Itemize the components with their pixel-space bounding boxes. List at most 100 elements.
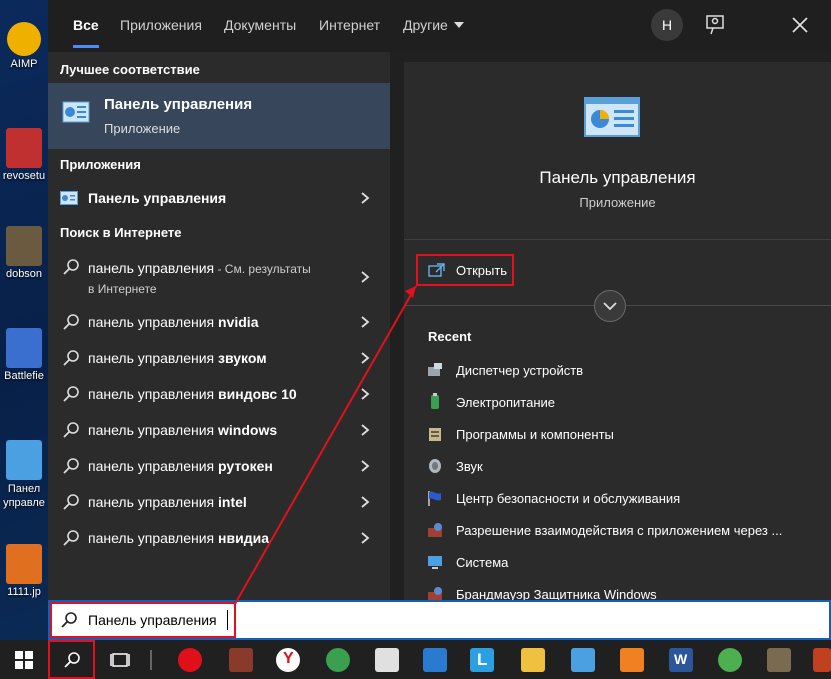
- suggestion-item[interactable]: панель управления рутокен: [48, 448, 390, 484]
- control-panel-icon: [62, 101, 90, 123]
- flag-icon: [428, 491, 441, 506]
- search-icon: [61, 612, 77, 628]
- results-list: Лучшее соответствие Панель управления Пр…: [48, 52, 390, 600]
- image-file-icon: [6, 544, 42, 584]
- feedback-icon[interactable]: [703, 12, 729, 38]
- desktop-icon-control-panel[interactable]: Панел управле: [0, 440, 48, 510]
- search-panel: Все Приложения Документы Интернет Другие…: [48, 0, 831, 600]
- recent-item[interactable]: Брандмауэр Защитника Windows: [426, 583, 826, 600]
- chevron-right-icon[interactable]: [358, 350, 372, 366]
- search-input[interactable]: Панель управления: [88, 612, 217, 628]
- shield-icon[interactable]: [326, 648, 350, 672]
- battlefield-icon: [6, 328, 42, 368]
- web-result-item[interactable]: панель управления - См. результаты в Инт…: [48, 252, 390, 302]
- chevron-right-icon[interactable]: [358, 269, 372, 285]
- l-app-icon[interactable]: L: [470, 648, 494, 672]
- divider: [404, 305, 594, 306]
- task-view-icon[interactable]: [110, 650, 130, 670]
- taskbar-search-button[interactable]: [48, 640, 95, 679]
- chevron-right-icon[interactable]: [358, 386, 372, 402]
- tab-other[interactable]: Другие: [403, 0, 464, 52]
- suggestion-item[interactable]: панель управления intel: [48, 484, 390, 520]
- yandex-browser-icon[interactable]: Y: [276, 648, 300, 672]
- control-panel-icon: [584, 97, 640, 137]
- file-explorer-icon[interactable]: [521, 648, 545, 672]
- app-result-item[interactable]: Панель управления: [48, 180, 390, 216]
- control-panel-icon: [60, 191, 78, 205]
- taskbar: Y L W: [0, 640, 831, 679]
- chrome-icon[interactable]: [718, 648, 742, 672]
- best-match-item[interactable]: Панель управления Приложение: [48, 83, 390, 149]
- web-query-suffix-line2: в Интернете: [88, 282, 157, 296]
- text-cursor: [227, 610, 228, 630]
- divider: [404, 239, 831, 240]
- desktop-icon-image[interactable]: 1111.jp: [0, 544, 48, 598]
- search-box[interactable]: Панель управления: [48, 600, 831, 640]
- programs-icon: [429, 428, 441, 441]
- open-label: Открыть: [456, 263, 508, 278]
- mail-icon[interactable]: [423, 648, 447, 672]
- open-external-icon: [428, 263, 445, 277]
- chevron-right-icon[interactable]: [358, 314, 372, 330]
- chevron-right-icon[interactable]: [358, 530, 372, 546]
- desktop-icon-battlefield[interactable]: Battlefie: [0, 328, 48, 382]
- recent-item[interactable]: Электропитание: [426, 391, 826, 415]
- chevron-right-icon[interactable]: [358, 458, 372, 474]
- device-manager-icon: [428, 363, 442, 376]
- avatar[interactable]: Н: [651, 9, 683, 41]
- power-icon: [431, 393, 439, 409]
- search-icon: [63, 458, 79, 474]
- desktop-icon-dobson[interactable]: dobson: [0, 226, 48, 280]
- suggestion-item[interactable]: панель управления nvidia: [48, 304, 390, 340]
- best-match-title: Панель управления: [104, 96, 253, 113]
- web-query-suffix: - См. результаты: [214, 262, 311, 276]
- search-icon: [63, 422, 79, 438]
- tab-all[interactable]: Все: [73, 0, 99, 52]
- media-icon[interactable]: [767, 648, 791, 672]
- close-icon[interactable]: [787, 12, 813, 38]
- preview-pane: Панель управления Приложение Открыть Rec…: [404, 62, 831, 600]
- suggestion-item[interactable]: панель управления звуком: [48, 340, 390, 376]
- cursor-app-icon[interactable]: [375, 648, 399, 672]
- suggestion-item[interactable]: панель управления нвидиа: [48, 520, 390, 556]
- tab-internet[interactable]: Интернет: [319, 0, 380, 52]
- separator: [150, 650, 152, 670]
- tab-documents[interactable]: Документы: [224, 0, 296, 52]
- system-icon: [428, 556, 442, 569]
- chevron-down-icon: [603, 302, 617, 311]
- search-icon: [63, 350, 79, 366]
- recent-item[interactable]: Программы и компоненты: [426, 423, 826, 447]
- recent-item[interactable]: Диспетчер устройств: [426, 359, 826, 383]
- word-icon[interactable]: W: [669, 648, 693, 672]
- open-button[interactable]: Открыть: [416, 254, 514, 286]
- recent-heading: Recent: [428, 329, 472, 344]
- suggestion-item[interactable]: панель управления виндовс 10: [48, 376, 390, 412]
- preview-title: Панель управления: [539, 168, 696, 187]
- search-icon: [63, 530, 79, 546]
- recent-item[interactable]: Разрешение взаимодействия с приложением …: [426, 519, 826, 543]
- web-search-heading: Поиск в Интернете: [60, 225, 182, 240]
- divider: [626, 305, 831, 306]
- best-match-subtitle: Приложение: [104, 121, 181, 136]
- chevron-right-icon[interactable]: [358, 190, 372, 206]
- chevron-right-icon[interactable]: [358, 494, 372, 510]
- recent-item[interactable]: Система: [426, 551, 826, 575]
- opera-icon[interactable]: [178, 648, 202, 672]
- windows-start-icon[interactable]: [15, 651, 33, 669]
- sublime-icon[interactable]: [620, 648, 644, 672]
- chevron-right-icon[interactable]: [358, 422, 372, 438]
- firewall-icon: [428, 523, 442, 537]
- desktop-icon-aimp[interactable]: AIMP: [0, 22, 48, 70]
- preview-subtitle: Приложение: [579, 195, 656, 210]
- revo-uninstaller-icon: [6, 128, 42, 168]
- web-query-text: панель управления: [88, 260, 215, 276]
- control-panel-taskbar-icon[interactable]: [571, 648, 595, 672]
- recent-item[interactable]: Звук: [426, 455, 826, 479]
- winrar-icon[interactable]: [229, 648, 253, 672]
- desktop-icon-revo[interactable]: revosetu: [0, 128, 48, 182]
- winrar-icon[interactable]: [813, 648, 831, 672]
- suggestion-item[interactable]: панель управления windows: [48, 412, 390, 448]
- expand-button[interactable]: [594, 290, 626, 322]
- recent-item[interactable]: Центр безопасности и обслуживания: [426, 487, 826, 511]
- tab-apps[interactable]: Приложения: [120, 0, 202, 52]
